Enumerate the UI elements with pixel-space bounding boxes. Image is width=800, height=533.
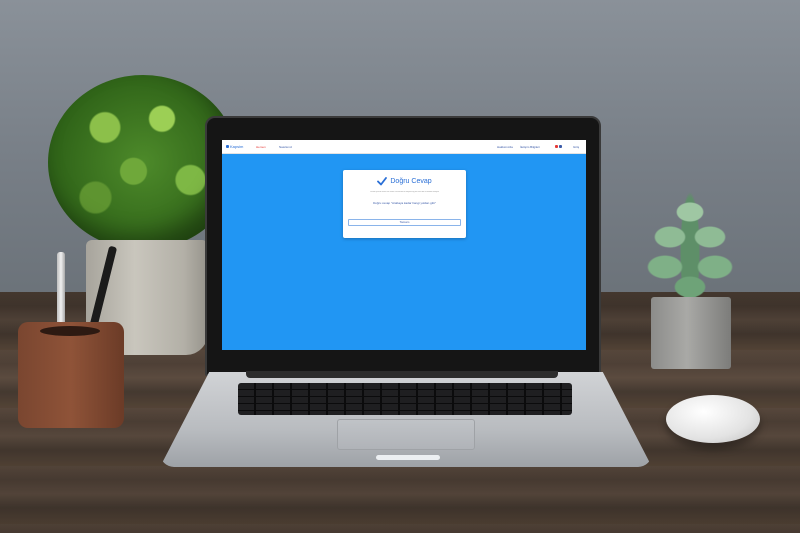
kapsim-logo-icon [226,145,229,148]
modal-message: Doğru cevap "Arabaya kadar hangi yoldan … [373,201,436,205]
wooden-pen-holder [18,322,124,428]
language-switcher[interactable] [555,145,562,148]
modal-title: Doğru Cevap [390,177,432,185]
laptop-front-notch [376,455,440,460]
magic-mouse [666,395,760,443]
brand-logo[interactable]: Kapsim [226,144,243,149]
pen-holder-opening [40,326,100,336]
nav-item-link[interactable]: Nasılsınız [279,145,292,149]
flag-en-icon[interactable] [559,145,562,148]
login-link[interactable]: Giriş [573,145,579,149]
answer-modal: Doğru Cevap Lorem ipsum dolor sit amet c… [343,170,466,238]
silver-pen [57,252,65,332]
modal-subtitle: Lorem ipsum dolor sit amet consectetur a… [369,191,440,193]
laptop-keyboard [238,383,572,415]
laptop-trackpad [337,419,475,450]
nav-item-active[interactable]: Hemen [256,145,266,149]
ok-button[interactable]: Tamam [348,219,461,226]
brand-name: Kapsim [230,144,244,149]
site-header: Kapsim Hemen Nasılsınız Hakkımızda İleti… [222,140,586,154]
check-icon [377,177,388,186]
nav-item-contact[interactable]: İletişim Bilgileri [520,145,540,149]
succulent-plant [645,192,735,377]
laptop-screen: Kapsim Hemen Nasılsınız Hakkımızda İleti… [222,140,586,350]
square-concrete-pot [651,297,731,369]
flag-tr-icon[interactable] [555,145,558,148]
nav-item-about[interactable]: Hakkımızda [497,145,513,149]
modal-header: Doğru Cevap [343,176,466,186]
succulent-leaves [645,192,735,307]
laptop-hinge [246,371,558,378]
